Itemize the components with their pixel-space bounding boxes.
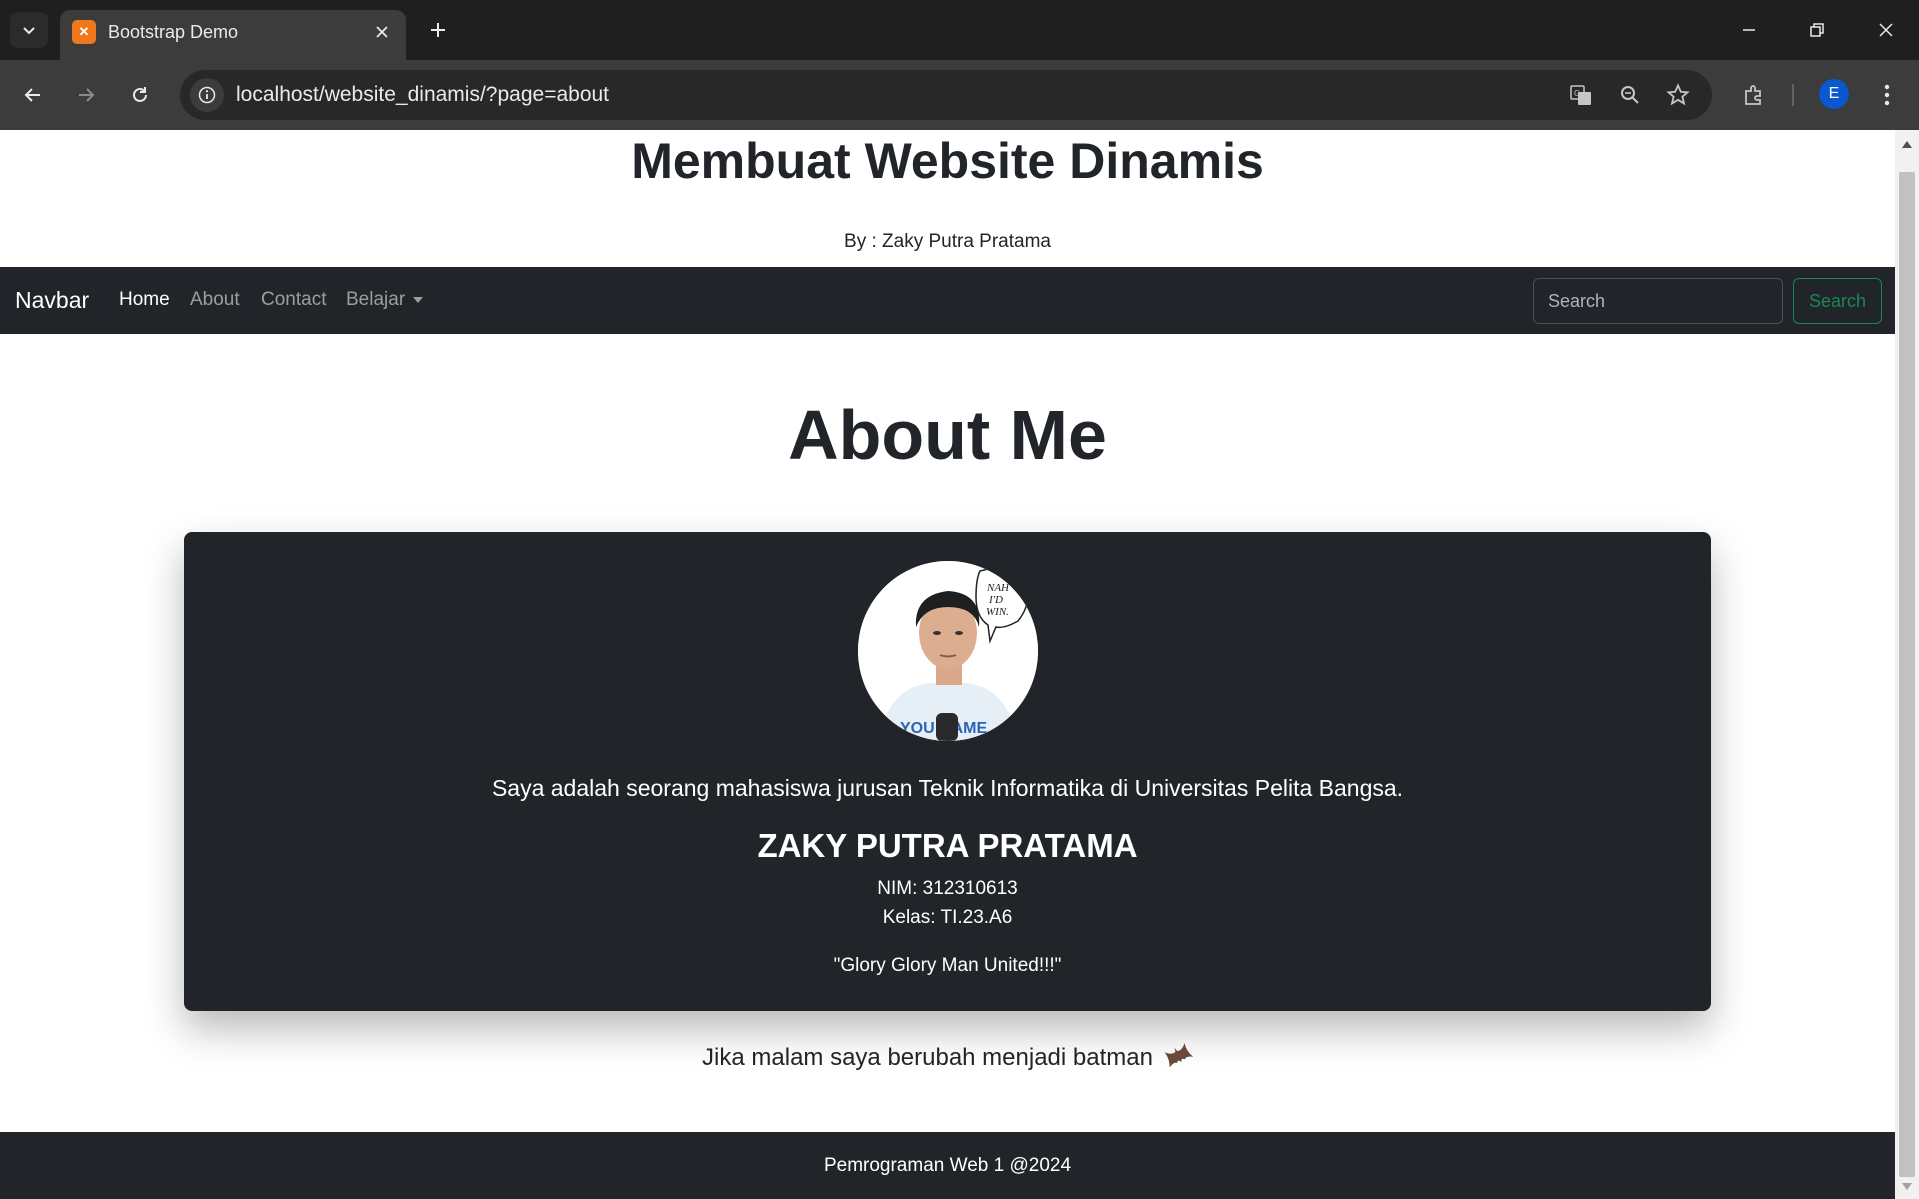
minimize-icon[interactable] xyxy=(1725,10,1773,50)
translate-icon[interactable]: G xyxy=(1566,80,1596,110)
forward-icon[interactable] xyxy=(67,76,105,114)
search-button[interactable]: Search xyxy=(1793,278,1882,324)
footer-text: Pemrograman Web 1 @2024 xyxy=(823,1155,1072,1176)
nav-dropdown-label: Belajar xyxy=(346,289,406,310)
speech-line-2: I'D xyxy=(988,594,1003,606)
browser-tab-strip: ✕ Bootstrap Demo xyxy=(0,0,1919,60)
close-icon[interactable] xyxy=(370,20,394,44)
page-viewport: Membuat Website Dinamis By : Zaky Putra … xyxy=(0,130,1895,1199)
search-input[interactable] xyxy=(1533,278,1783,324)
profile-card: YOU GAME NAH I'D WIN. Saya adalah seoran… xyxy=(184,532,1711,1011)
nav-link-about[interactable]: About xyxy=(190,289,240,311)
back-icon[interactable] xyxy=(14,76,52,114)
toolbar-divider xyxy=(1792,84,1794,106)
tagline: Jika malam saya berubah menjadi batman xyxy=(0,1043,1895,1074)
plus-icon[interactable] xyxy=(420,14,456,46)
browser-tab[interactable]: ✕ Bootstrap Demo xyxy=(60,10,406,60)
star-icon[interactable] xyxy=(1663,80,1693,110)
navbar-brand[interactable]: Navbar xyxy=(15,287,89,314)
scroll-up-icon[interactable] xyxy=(1895,134,1919,154)
reload-icon[interactable] xyxy=(121,76,159,114)
chevron-down-icon xyxy=(413,296,424,303)
card-kelas: Kelas: TI.23.A6 xyxy=(882,907,1013,928)
card-description: Saya adalah seorang mahasiswa jurusan Te… xyxy=(491,775,1404,801)
nav-link-contact[interactable]: Contact xyxy=(261,289,326,311)
tab-search-icon[interactable] xyxy=(10,12,48,48)
scrollbar-thumb[interactable] xyxy=(1899,172,1915,1177)
card-name: ZAKY PUTRA PRATAMA xyxy=(757,827,1138,864)
card-quote: "Glory Glory Man United!!!" xyxy=(833,955,1062,976)
navbar: Navbar Home About Contact Belajar Search xyxy=(0,267,1895,334)
site-info-icon[interactable] xyxy=(190,78,224,112)
scroll-down-icon[interactable] xyxy=(1895,1177,1919,1197)
speech-line-3: WIN. xyxy=(986,606,1009,618)
url-text[interactable]: localhost/website_dinamis/?page=about xyxy=(236,83,609,107)
nav-link-home[interactable]: Home xyxy=(119,289,170,311)
xampp-favicon-icon: ✕ xyxy=(72,20,96,44)
address-bar[interactable]: localhost/website_dinamis/?page=about G xyxy=(180,70,1712,120)
footer: Pemrograman Web 1 @2024 xyxy=(0,1132,1895,1199)
site-author: By : Zaky Putra Pratama xyxy=(844,231,1051,252)
restore-icon[interactable] xyxy=(1793,10,1841,50)
speech-line-1: NAH xyxy=(986,582,1010,594)
page-scrollbar[interactable] xyxy=(1895,130,1919,1199)
page-title: About Me xyxy=(788,396,1107,474)
nav-dropdown-belajar[interactable]: Belajar xyxy=(346,289,424,311)
profile-avatar[interactable]: E xyxy=(1819,79,1849,109)
svg-text:G: G xyxy=(1574,89,1580,98)
menu-icon[interactable] xyxy=(1868,76,1906,114)
bat-icon xyxy=(1163,1043,1194,1074)
zoom-icon[interactable] xyxy=(1615,80,1645,110)
site-title: Membuat Website Dinamis xyxy=(631,133,1264,189)
avatar: YOU GAME NAH I'D WIN. xyxy=(858,561,1038,741)
extensions-icon[interactable] xyxy=(1735,76,1773,114)
browser-toolbar: localhost/website_dinamis/?page=about G … xyxy=(0,60,1919,130)
window-close-icon[interactable] xyxy=(1862,10,1910,50)
tagline-text: Jika malam saya berubah menjadi batman xyxy=(702,1043,1153,1071)
card-nim: NIM: 312310613 xyxy=(877,878,1018,899)
tab-title: Bootstrap Demo xyxy=(108,22,239,42)
